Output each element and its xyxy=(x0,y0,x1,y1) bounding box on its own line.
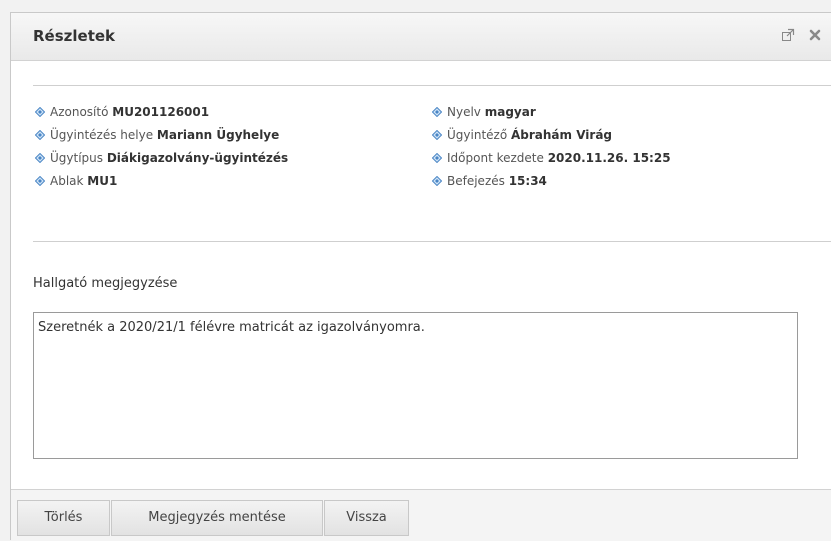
detail-nyelv: Nyelv magyar xyxy=(432,103,671,126)
detail-label: Ügytípus xyxy=(50,151,104,165)
detail-idopont-kezdete: Időpont kezdete 2020.11.26. 15:25 xyxy=(432,149,671,172)
back-button[interactable]: Vissza xyxy=(324,500,409,536)
dialog-button-bar: Törlés Megjegyzés mentése Vissza xyxy=(11,489,831,541)
comment-textarea[interactable]: Szeretnék a 2020/21/1 félévre matricát a… xyxy=(33,312,798,459)
detail-ugytipus: Ügytípus Diákigazolvány-ügyintézés xyxy=(35,149,288,172)
details-dialog: Részletek Azonosító MU201126001 Ügyintéz… xyxy=(10,12,831,541)
diamond-bullet-icon xyxy=(432,153,442,163)
diamond-bullet-icon xyxy=(35,107,45,117)
detail-label: Nyelv xyxy=(447,105,481,119)
detail-value: 2020.11.26. 15:25 xyxy=(547,151,671,165)
diamond-bullet-icon xyxy=(432,176,442,186)
diamond-bullet-icon xyxy=(35,176,45,186)
diamond-bullet-icon xyxy=(432,107,442,117)
detail-value: Ábrahám Virág xyxy=(511,128,613,142)
middle-divider xyxy=(33,241,831,242)
comment-label: Hallgató megjegyzése xyxy=(33,276,178,291)
close-icon[interactable] xyxy=(808,28,824,44)
diamond-bullet-icon xyxy=(35,130,45,140)
detail-label: Időpont kezdete xyxy=(447,151,544,165)
delete-button[interactable]: Törlés xyxy=(17,500,110,536)
dialog-title: Részletek xyxy=(33,27,116,45)
dialog-titlebar: Részletek xyxy=(11,13,831,61)
save-comment-button[interactable]: Megjegyzés mentése xyxy=(111,500,323,536)
detail-befejezes: Befejezés 15:34 xyxy=(432,172,671,195)
detail-value: MU201126001 xyxy=(112,105,210,119)
detail-ugyintezo: Ügyintéző Ábrahám Virág xyxy=(432,126,671,149)
detail-label: Azonosító xyxy=(50,105,109,119)
detail-azonosito: Azonosító MU201126001 xyxy=(35,103,288,126)
external-link-icon[interactable] xyxy=(781,28,797,44)
detail-ablak: Ablak MU1 xyxy=(35,172,288,195)
detail-value: Mariann Ügyhelye xyxy=(156,128,280,142)
top-divider xyxy=(33,85,831,86)
details-left-column: Azonosító MU201126001 Ügyintézés helye M… xyxy=(35,103,288,195)
diamond-bullet-icon xyxy=(35,153,45,163)
detail-label: Ügyintézés helye xyxy=(50,128,154,142)
detail-ugyintezes-helye: Ügyintézés helye Mariann Ügyhelye xyxy=(35,126,288,149)
detail-label: Ügyintéző xyxy=(447,128,508,142)
diamond-bullet-icon xyxy=(432,130,442,140)
detail-value: magyar xyxy=(484,105,536,119)
detail-value: Diákigazolvány-ügyintézés xyxy=(106,151,289,165)
details-right-column: Nyelv magyar Ügyintéző Ábrahám Virág Idő… xyxy=(432,103,671,195)
detail-value: MU1 xyxy=(87,174,118,188)
detail-value: 15:34 xyxy=(508,174,547,188)
detail-label: Ablak xyxy=(50,174,84,188)
detail-label: Befejezés xyxy=(447,174,505,188)
